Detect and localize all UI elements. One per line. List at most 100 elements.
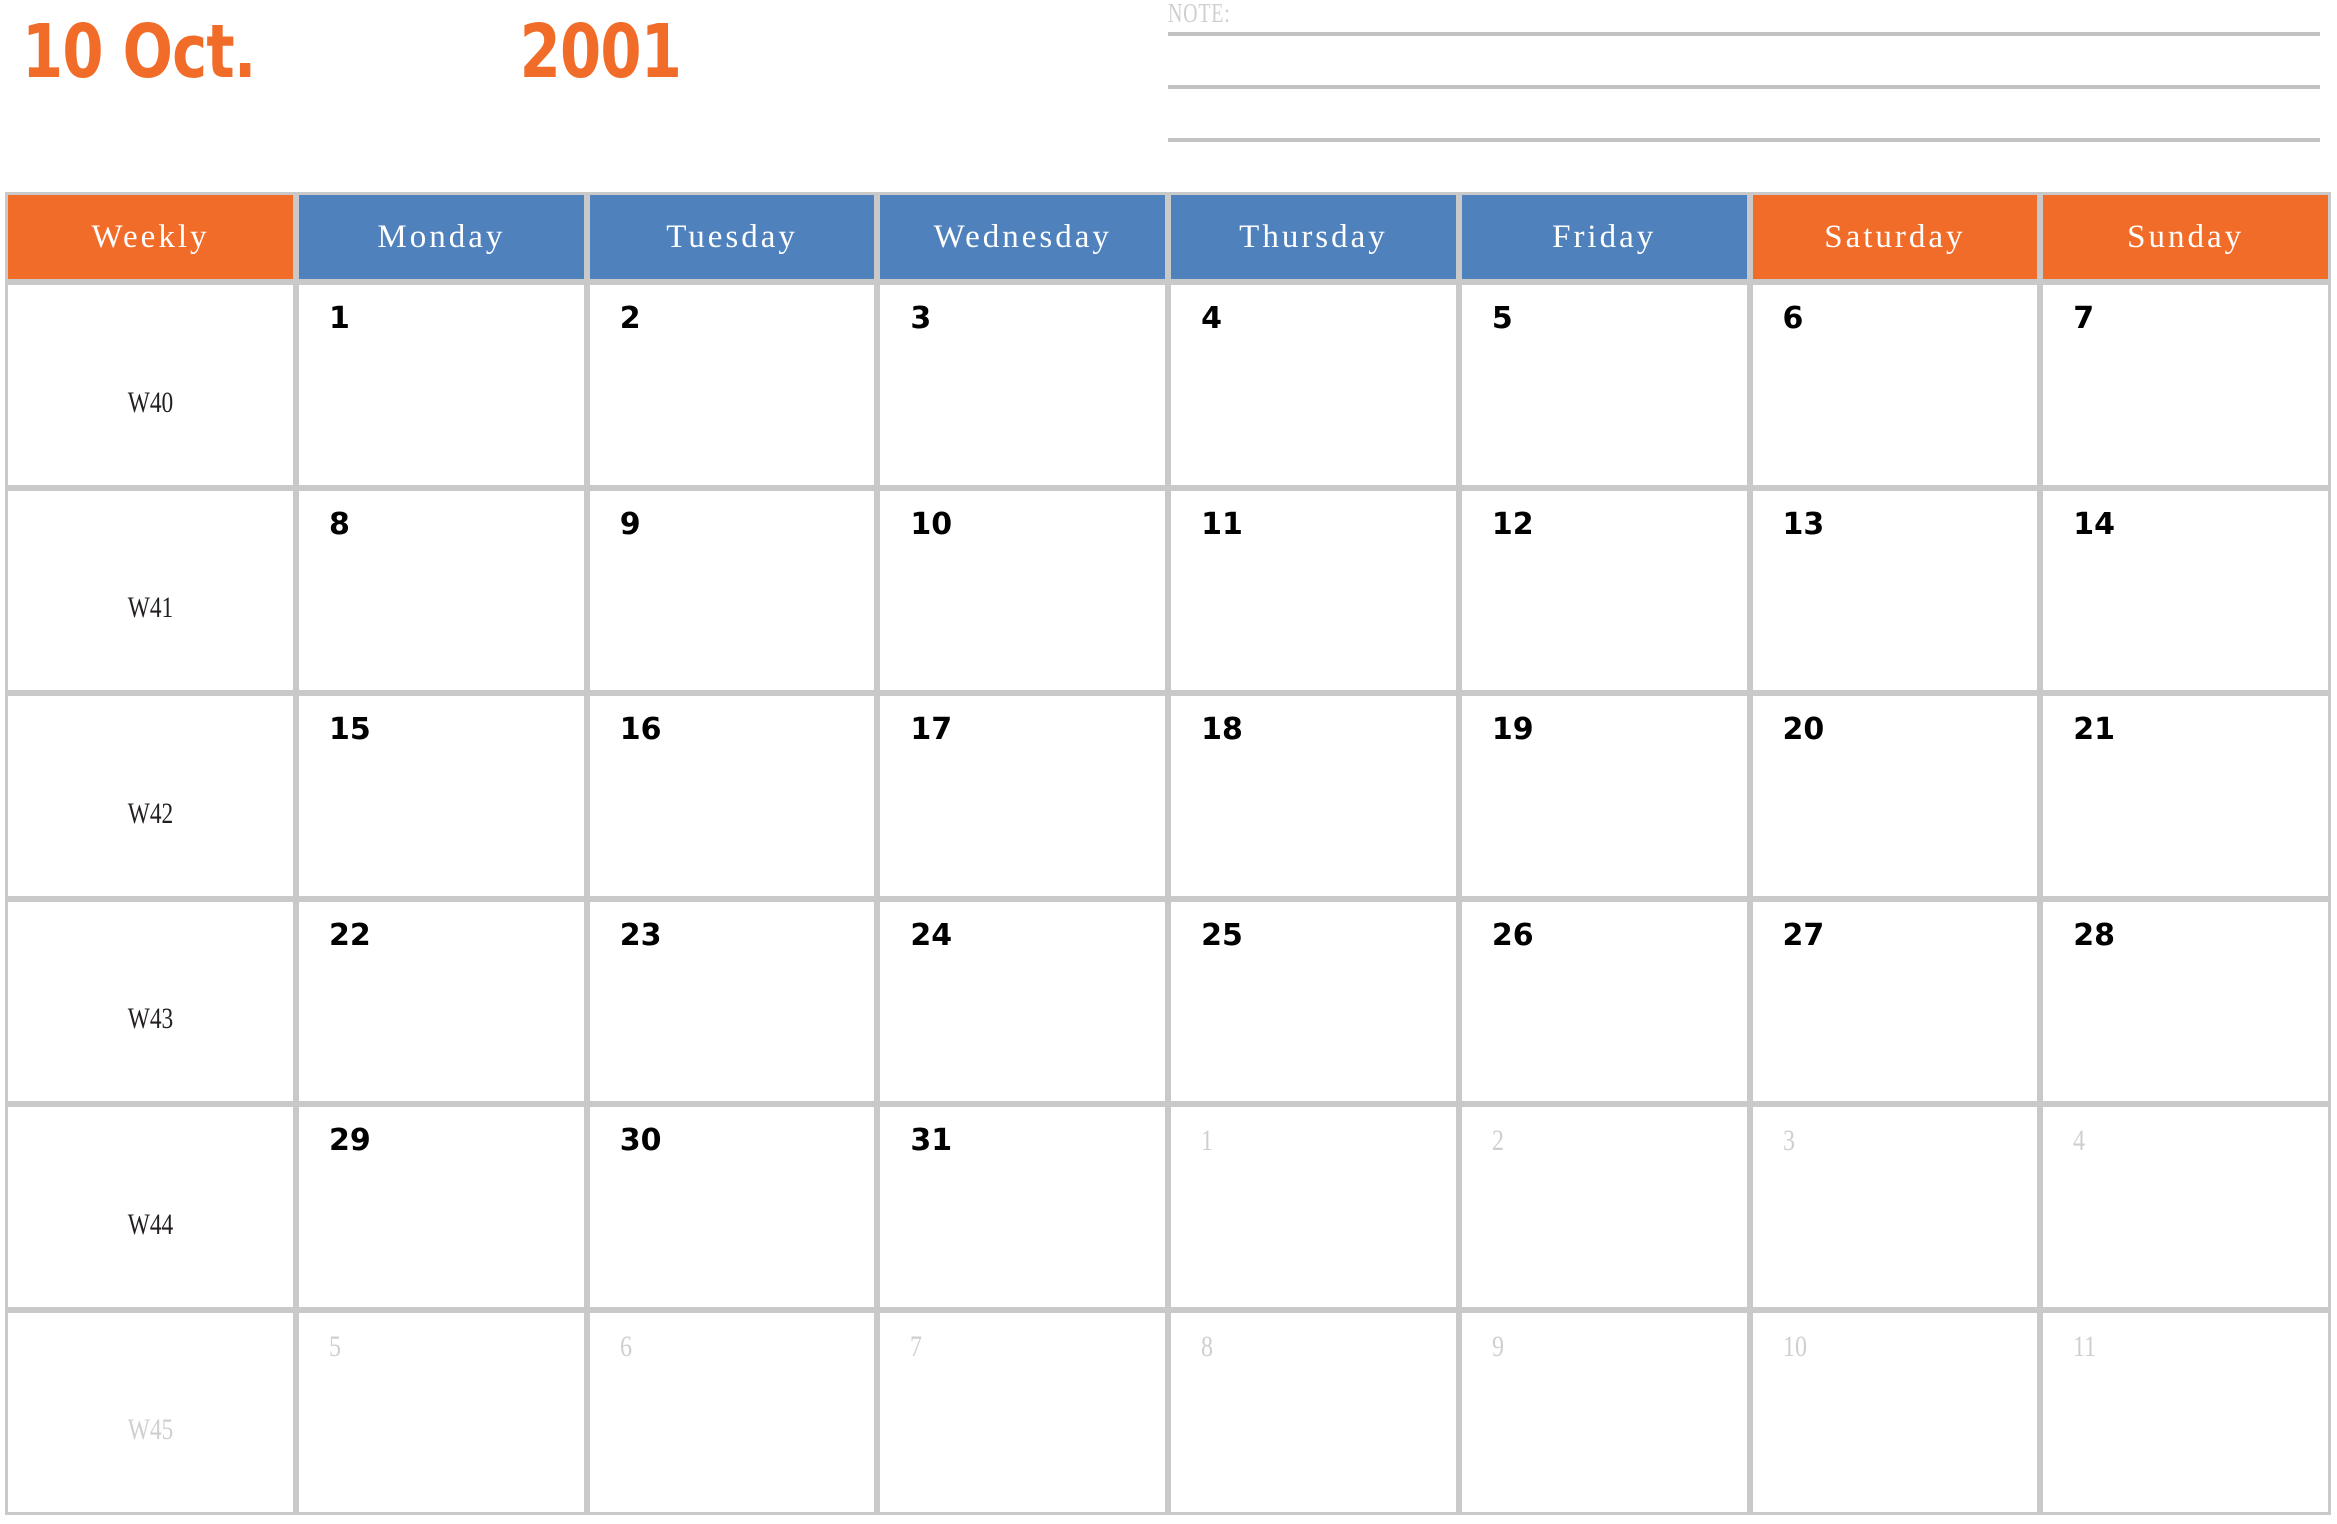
note-line-2[interactable] (1168, 85, 2320, 89)
date-number: 3 (1782, 1124, 1795, 1157)
day-cell[interactable]: 5 (296, 1309, 587, 1515)
day-cell[interactable]: 11 (2040, 1309, 2331, 1515)
date-number: 24 (910, 917, 953, 953)
day-cell[interactable]: 2 (1458, 1104, 1750, 1310)
date-number: 9 (1491, 1329, 1504, 1363)
date-number: 7 (2073, 301, 2095, 336)
day-cell[interactable]: 6 (1749, 282, 2041, 488)
week-number-cell[interactable]: W40 (5, 282, 297, 488)
page-header: 10 Oct. 2001 NOTE: (0, 0, 2337, 192)
day-cell[interactable]: 10 (877, 487, 1169, 693)
calendar-week-row: W43 22 23 24 25 26 27 28 (5, 898, 2331, 1104)
day-cell[interactable]: 17 (877, 693, 1169, 899)
date-number: 1 (329, 301, 350, 336)
date-number: 9 (619, 506, 641, 542)
title-month-day: 10 Oct. (22, 9, 256, 95)
day-cell[interactable]: 4 (2040, 1104, 2331, 1310)
day-cell[interactable]: 25 (1168, 898, 1459, 1104)
date-number: 17 (910, 712, 953, 747)
day-cell[interactable]: 13 (1749, 487, 2041, 693)
column-header-friday[interactable]: Friday (1458, 192, 1750, 282)
date-number: 4 (2073, 1124, 2086, 1157)
date-number: 14 (2073, 506, 2115, 542)
date-number: 2 (1491, 1124, 1504, 1157)
day-cell[interactable]: 12 (1458, 487, 1750, 693)
day-cell[interactable]: 15 (296, 693, 587, 899)
day-cell[interactable]: 22 (296, 898, 587, 1104)
day-cell[interactable]: 7 (877, 1309, 1169, 1515)
column-header-wednesday[interactable]: Wednesday (877, 192, 1169, 282)
date-number: 18 (1201, 712, 1243, 747)
day-cell[interactable]: 11 (1168, 487, 1459, 693)
calendar-week-row: W42 15 16 17 18 19 20 21 (5, 693, 2331, 899)
day-cell[interactable]: 14 (2040, 487, 2331, 693)
day-cell[interactable]: 19 (1458, 693, 1750, 899)
date-number: 16 (619, 712, 662, 747)
day-cell[interactable]: 23 (586, 898, 878, 1104)
day-cell[interactable]: 3 (877, 282, 1169, 488)
date-number: 26 (1491, 917, 1534, 953)
calendar-header-row: Weekly Monday Tuesday Wednesday Thursday Frid… (5, 192, 2331, 282)
day-cell[interactable]: 26 (1458, 898, 1750, 1104)
date-number: 29 (329, 1123, 371, 1158)
day-cell[interactable]: 21 (2040, 693, 2331, 899)
note-section[interactable]: NOTE: (1168, 0, 2320, 150)
date-number: 23 (619, 917, 662, 953)
date-number: 4 (1201, 301, 1222, 336)
date-number: 27 (1782, 917, 1825, 953)
day-cell[interactable]: 16 (586, 693, 878, 899)
day-cell[interactable]: 20 (1749, 693, 2041, 899)
date-number: 8 (1201, 1329, 1214, 1363)
date-number: 10 (1782, 1329, 1807, 1363)
date-number: 25 (1201, 917, 1243, 953)
page-title: 10 Oct. 2001 (22, 6, 862, 106)
date-number: 12 (1491, 506, 1534, 542)
week-number-cell[interactable]: W45 (5, 1309, 297, 1515)
day-cell[interactable]: 4 (1168, 282, 1459, 488)
note-line-1[interactable] (1168, 32, 2320, 36)
week-number-label: W42 (127, 796, 174, 830)
title-year: 2001 (519, 9, 682, 95)
date-number: 21 (2073, 712, 2115, 747)
column-header-weekly[interactable]: Weekly (5, 192, 297, 282)
day-cell[interactable]: 9 (1458, 1309, 1750, 1515)
day-cell[interactable]: 5 (1458, 282, 1750, 488)
date-number: 31 (910, 1123, 953, 1158)
day-cell[interactable]: 29 (296, 1104, 587, 1310)
date-number: 30 (619, 1123, 662, 1158)
day-cell[interactable]: 9 (586, 487, 878, 693)
day-cell[interactable]: 31 (877, 1104, 1169, 1310)
week-number-cell[interactable]: W41 (5, 487, 297, 693)
day-cell[interactable]: 30 (586, 1104, 878, 1310)
date-number: 5 (329, 1329, 342, 1363)
day-cell[interactable]: 10 (1749, 1309, 2041, 1515)
day-cell[interactable]: 2 (586, 282, 878, 488)
day-cell[interactable]: 6 (586, 1309, 878, 1515)
week-number-cell[interactable]: W42 (5, 693, 297, 899)
day-cell[interactable]: 27 (1749, 898, 2041, 1104)
week-number-cell[interactable]: W43 (5, 898, 297, 1104)
day-cell[interactable]: 1 (1168, 1104, 1459, 1310)
week-number-label: W44 (127, 1207, 174, 1241)
week-number-label: W40 (127, 385, 174, 419)
date-number: 15 (329, 712, 371, 747)
day-cell[interactable]: 7 (2040, 282, 2331, 488)
week-number-label: W41 (127, 591, 174, 625)
day-cell[interactable]: 18 (1168, 693, 1459, 899)
calendar-week-row: W45 5 6 7 8 9 10 11 (5, 1309, 2331, 1515)
date-number: 6 (1782, 301, 1804, 336)
note-line-3[interactable] (1168, 138, 2320, 142)
day-cell[interactable]: 3 (1749, 1104, 2041, 1310)
day-cell[interactable]: 8 (296, 487, 587, 693)
column-header-sunday[interactable]: Sunday (2040, 192, 2331, 282)
day-cell[interactable]: 24 (877, 898, 1169, 1104)
day-cell[interactable]: 1 (296, 282, 587, 488)
day-cell[interactable]: 28 (2040, 898, 2331, 1104)
column-header-tuesday[interactable]: Tuesday (586, 192, 878, 282)
column-header-saturday[interactable]: Saturday (1749, 192, 2041, 282)
column-header-thursday[interactable]: Thursday (1168, 192, 1459, 282)
date-number: 7 (910, 1329, 923, 1363)
column-header-monday[interactable]: Monday (296, 192, 587, 282)
week-number-cell[interactable]: W44 (5, 1104, 297, 1310)
day-cell[interactable]: 8 (1168, 1309, 1459, 1515)
